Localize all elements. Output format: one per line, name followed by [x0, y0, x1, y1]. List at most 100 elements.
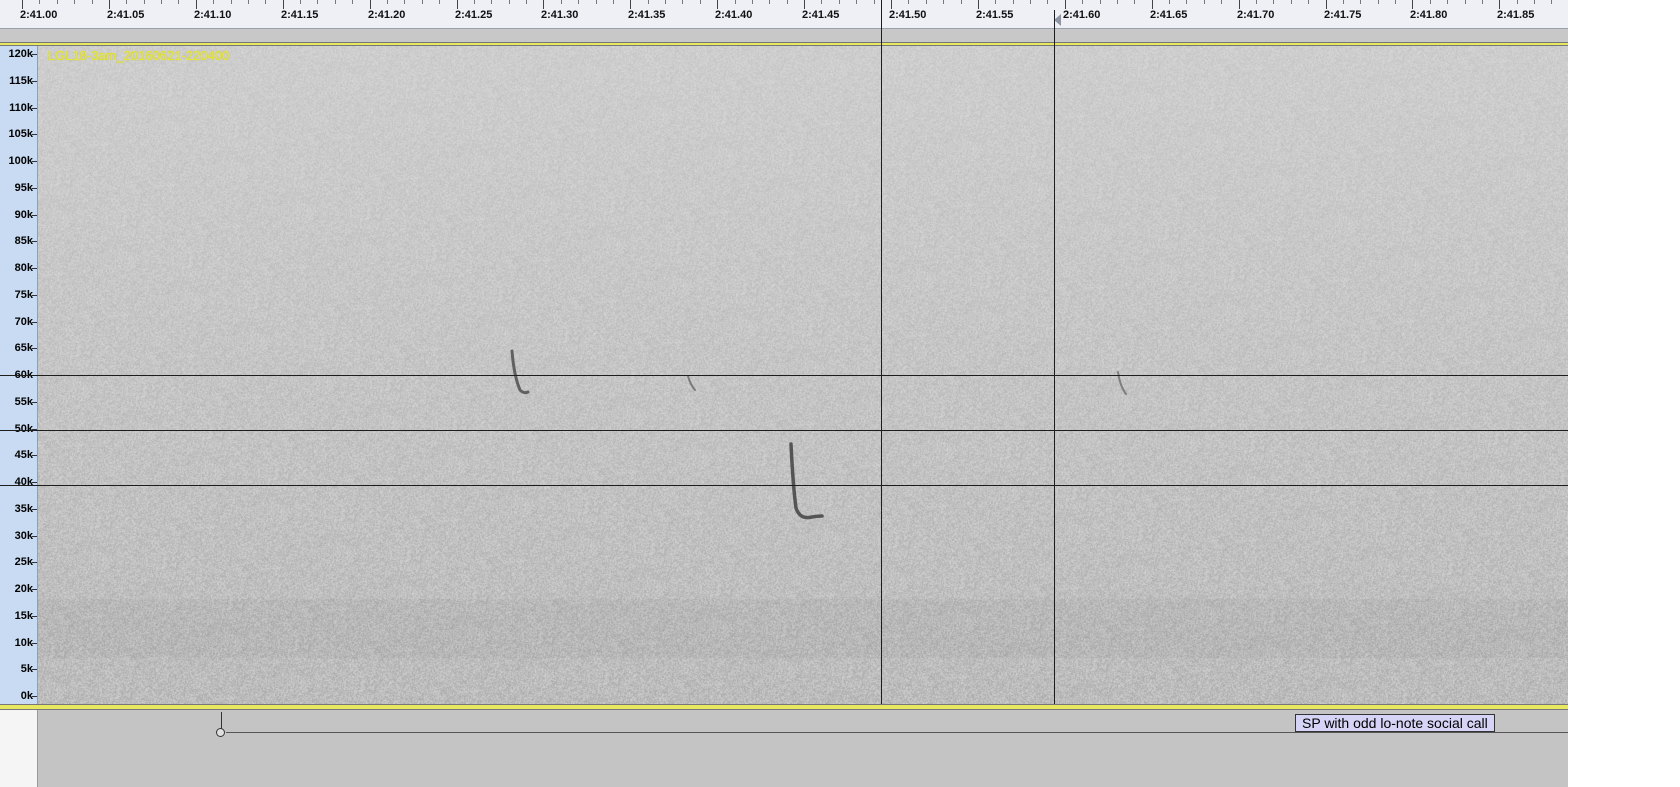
ruler-minor-tick: [74, 0, 75, 4]
ruler-minor-tick: [700, 0, 701, 4]
frequency-label: 120k: [8, 48, 33, 60]
ruler-minor-tick: [248, 0, 249, 4]
ruler-time-label: 2:41.75: [1324, 9, 1362, 21]
cursor-line[interactable]: [1054, 10, 1055, 704]
bat-call-3: [789, 442, 824, 520]
ruler-minor-tick: [1291, 0, 1292, 4]
frequency-tick: [32, 214, 37, 216]
ruler-time-label: 2:41.85: [1497, 9, 1535, 21]
ruler-minor-tick: [682, 0, 683, 4]
label-track-control-panel[interactable]: [0, 710, 38, 787]
ruler-major-tick: [1499, 0, 1500, 9]
selection-start-line[interactable]: [881, 0, 882, 735]
ruler-minor-tick: [1447, 0, 1448, 4]
frequency-label: 40k: [14, 476, 33, 488]
ruler-major-tick: [804, 0, 805, 9]
ruler-minor-tick: [335, 0, 336, 4]
ruler-major-tick: [370, 0, 371, 9]
frequency-label: 20k: [14, 583, 33, 595]
ruler-major-tick: [1412, 0, 1413, 9]
ruler-major-tick: [717, 0, 718, 9]
frequency-label: 70k: [14, 315, 33, 328]
ruler-time-label: 2:41.15: [281, 9, 319, 21]
frequency-tick: [32, 589, 37, 590]
blank-panel: [1568, 0, 1680, 787]
ruler-time-label: 2:41.65: [1150, 9, 1188, 21]
frequency-label: 50k: [14, 422, 33, 435]
ruler-time-label: 2:41.05: [107, 9, 145, 21]
frequency-label: 15k: [14, 609, 33, 622]
ruler-major-tick: [1326, 0, 1327, 9]
ruler-minor-tick: [1134, 0, 1135, 4]
ruler-time-label: 2:41.55: [976, 9, 1014, 21]
ruler-minor-tick: [1047, 0, 1048, 4]
frequency-label: 90k: [14, 208, 33, 221]
ruler-time-label: 2:41.70: [1237, 9, 1275, 21]
frequency-tick: [32, 80, 37, 82]
ruler-minor-tick: [1551, 0, 1552, 4]
frequency-tick: [32, 134, 37, 136]
frequency-tick: [32, 482, 37, 483]
ruler-time-label: 2:41.50: [889, 9, 927, 21]
label-range-line: [226, 732, 1568, 733]
ruler-minor-tick: [961, 0, 962, 4]
frequency-tick: [32, 241, 37, 243]
ruler-minor-tick: [995, 0, 996, 4]
frequency-label: 110k: [9, 101, 33, 114]
frequency-label: 30k: [14, 529, 33, 542]
ruler-minor-tick: [839, 0, 840, 4]
ruler-minor-tick: [665, 0, 666, 4]
ruler-minor-tick: [404, 0, 405, 4]
timeline-ruler[interactable]: 2:41.00 2:41.05 2:41.10 2:41.15 2:41.20 2:41.…: [0, 0, 1568, 29]
ruler-minor-tick: [1169, 0, 1170, 4]
ruler-major-tick: [109, 0, 110, 9]
ruler-minor-tick: [317, 0, 318, 4]
ruler-minor-tick: [1273, 0, 1274, 4]
ruler-minor-tick: [387, 0, 388, 4]
playhead-marker-icon[interactable]: [1054, 14, 1061, 26]
ruler-major-tick: [457, 0, 458, 9]
frequency-tick: [32, 642, 37, 644]
label-text-box[interactable]: SP with odd lo-note social call: [1295, 714, 1495, 732]
ruler-time-label: 2:41.40: [715, 9, 753, 21]
gridline-40k: [0, 485, 1568, 486]
ruler-minor-tick: [213, 0, 214, 4]
frequency-tick: [32, 187, 37, 189]
ruler-major-tick: [1239, 0, 1240, 9]
ruler-minor-tick: [821, 0, 822, 4]
ruler-minor-tick: [648, 0, 649, 4]
ruler-minor-tick: [769, 0, 770, 4]
ruler-major-tick: [1065, 0, 1066, 9]
ruler-minor-tick: [57, 0, 58, 4]
ruler-major-tick: [1152, 0, 1153, 9]
ruler-minor-tick: [1256, 0, 1257, 4]
frequency-label: 105k: [8, 128, 33, 141]
ruler-minor-tick: [300, 0, 301, 4]
ruler-minor-tick: [1221, 0, 1222, 4]
ruler-minor-tick: [1465, 0, 1466, 4]
frequency-label: 75k: [14, 288, 33, 301]
ruler-minor-tick: [265, 0, 266, 4]
ruler-minor-tick: [1100, 0, 1101, 4]
ruler-minor-tick: [578, 0, 579, 4]
ruler-minor-tick: [787, 0, 788, 4]
label-track[interactable]: SP with odd lo-note social call: [0, 710, 1568, 787]
track-title: LGL18-3am_20160621-220400: [48, 48, 230, 63]
ruler-minor-tick: [126, 0, 127, 4]
gridline-50k: [0, 430, 1568, 431]
frequency-label: 35k: [14, 502, 33, 515]
ruler-gap: [0, 29, 1568, 41]
ruler-minor-tick: [1343, 0, 1344, 4]
ruler-minor-tick: [752, 0, 753, 4]
label-drag-handle-icon[interactable]: [216, 728, 225, 737]
ruler-major-tick: [543, 0, 544, 9]
ruler-time-label: 2:41.00: [20, 9, 58, 21]
ruler-minor-tick: [1013, 0, 1014, 4]
ruler-major-tick: [22, 0, 23, 9]
ruler-minor-tick: [231, 0, 232, 4]
ruler-minor-tick: [1395, 0, 1396, 4]
gridline-60k: [0, 375, 1568, 376]
ruler-time-label: 2:41.30: [541, 9, 579, 21]
ruler-minor-tick: [1360, 0, 1361, 4]
frequency-tick: [32, 669, 37, 671]
